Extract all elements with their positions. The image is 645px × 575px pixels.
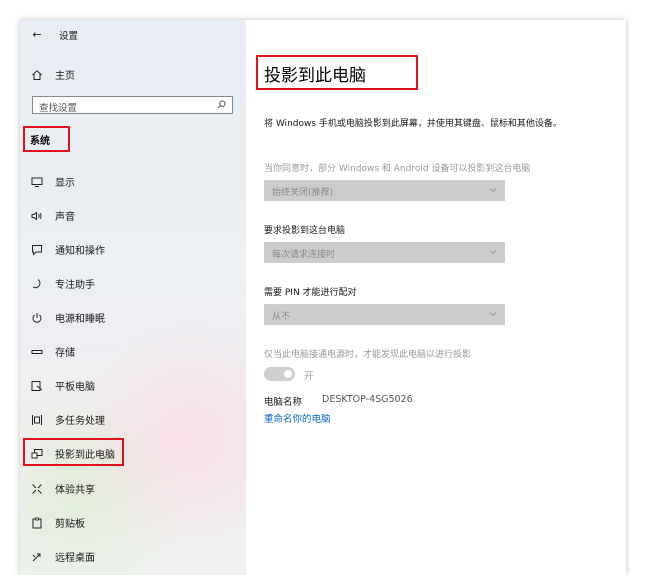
rename-pc-link[interactable]: 重命名你的电脑 — [264, 411, 331, 425]
category-heading: 系统 — [30, 136, 50, 147]
sidebar-item-label: 多任务处理 — [55, 416, 105, 427]
sidebar-item-home[interactable]: 主页 — [31, 67, 75, 82]
multitask-icon — [31, 414, 43, 426]
notification-icon — [31, 244, 43, 256]
pc-name-label: 电脑名称 — [264, 397, 303, 408]
storage-icon — [31, 346, 43, 358]
monitor-icon — [31, 176, 43, 188]
sidebar-item-storage[interactable]: 存储 — [31, 344, 75, 359]
chevron-down-icon — [489, 250, 497, 255]
clipboard-icon — [31, 517, 43, 529]
availability-dropdown[interactable]: 始终关闭(推荐) — [264, 180, 505, 201]
sidebar-item-sound[interactable]: 声音 — [31, 208, 75, 223]
power-icon — [31, 312, 43, 324]
share-icon — [31, 483, 43, 495]
window-title: 设置 — [59, 31, 79, 42]
sidebar-item-label: 声音 — [55, 212, 75, 223]
sidebar: ← 设置 主页 查找设置 系统 显示 声音 通知和操作 专注助手 电源和睡眠 存… — [20, 20, 246, 575]
sidebar-item-label: 投影到此电脑 — [55, 450, 115, 461]
back-row: ← 设置 — [31, 28, 79, 43]
sidebar-item-display[interactable]: 显示 — [31, 174, 75, 189]
dropdown-value: 始终关闭(推荐) — [272, 188, 334, 198]
sidebar-item-label: 平板电脑 — [55, 382, 95, 393]
back-arrow-icon[interactable]: ← — [31, 29, 43, 41]
setting1-label: 当你同意时，部分 Windows 和 Android 设备可以投影到这台电脑 — [264, 164, 531, 174]
tablet-icon — [31, 380, 43, 392]
sidebar-item-label: 体验共享 — [55, 485, 95, 496]
dropdown-value: 从不 — [272, 312, 291, 322]
sidebar-item-label: 剪贴板 — [55, 519, 85, 530]
page-title: 投影到此电脑 — [264, 66, 366, 86]
main-content: 投影到此电脑 将 Windows 手机或电脑投影到此屏幕，并使用其键盘、鼠标和其… — [246, 20, 626, 575]
sidebar-item-label: 存储 — [55, 348, 75, 359]
moon-icon — [31, 278, 43, 290]
setting2-label: 要求投影到这台电脑 — [264, 226, 346, 236]
search-icon[interactable] — [217, 100, 226, 109]
sidebar-item-focus-assist[interactable]: 专注助手 — [31, 276, 95, 291]
sidebar-item-tablet[interactable]: 平板电脑 — [31, 378, 95, 393]
home-icon — [31, 69, 43, 81]
sidebar-item-label: 主页 — [55, 71, 75, 82]
setting3-label: 需要 PIN 才能进行配对 — [264, 288, 357, 298]
chevron-down-icon — [489, 312, 497, 317]
search-input[interactable]: 查找设置 — [32, 96, 233, 114]
setting4-label: 仅当此电脑接通电源时，才能发现此电脑以进行投影 — [264, 350, 472, 360]
sidebar-item-clipboard[interactable]: 剪贴板 — [31, 515, 85, 530]
project-icon — [31, 448, 43, 460]
sidebar-item-power[interactable]: 电源和睡眠 — [31, 310, 105, 325]
sidebar-item-multitasking[interactable]: 多任务处理 — [31, 412, 105, 427]
sidebar-item-label: 电源和睡眠 — [55, 314, 105, 325]
page-description: 将 Windows 手机或电脑投影到此屏幕，并使用其键盘、鼠标和其他设备。 — [264, 119, 562, 129]
dropdown-value: 每次请求连接时 — [272, 250, 336, 260]
settings-window: ← 设置 主页 查找设置 系统 显示 声音 通知和操作 专注助手 电源和睡眠 存… — [20, 20, 626, 575]
toggle-knob — [284, 370, 292, 378]
pc-name-value: DESKTOP-4SG5026 — [322, 394, 413, 405]
sidebar-item-label: 远程桌面 — [55, 553, 95, 564]
remote-desktop-icon — [31, 551, 43, 563]
power-discovery-toggle[interactable] — [264, 367, 295, 381]
chevron-down-icon — [489, 188, 497, 193]
ask-to-project-dropdown[interactable]: 每次请求连接时 — [264, 242, 505, 263]
sidebar-item-label: 显示 — [55, 178, 75, 189]
sidebar-item-notifications[interactable]: 通知和操作 — [31, 242, 105, 257]
speaker-icon — [31, 210, 43, 222]
toggle-state-label: 开 — [304, 371, 314, 382]
sidebar-item-remote-desktop[interactable]: 远程桌面 — [31, 549, 95, 564]
search-placeholder: 查找设置 — [39, 103, 78, 114]
sidebar-item-label: 通知和操作 — [55, 246, 105, 257]
sidebar-item-project-to-pc[interactable]: 投影到此电脑 — [31, 446, 115, 461]
require-pin-dropdown[interactable]: 从不 — [264, 304, 505, 325]
sidebar-item-shared-experiences[interactable]: 体验共享 — [31, 481, 95, 496]
sidebar-item-label: 专注助手 — [55, 280, 95, 291]
